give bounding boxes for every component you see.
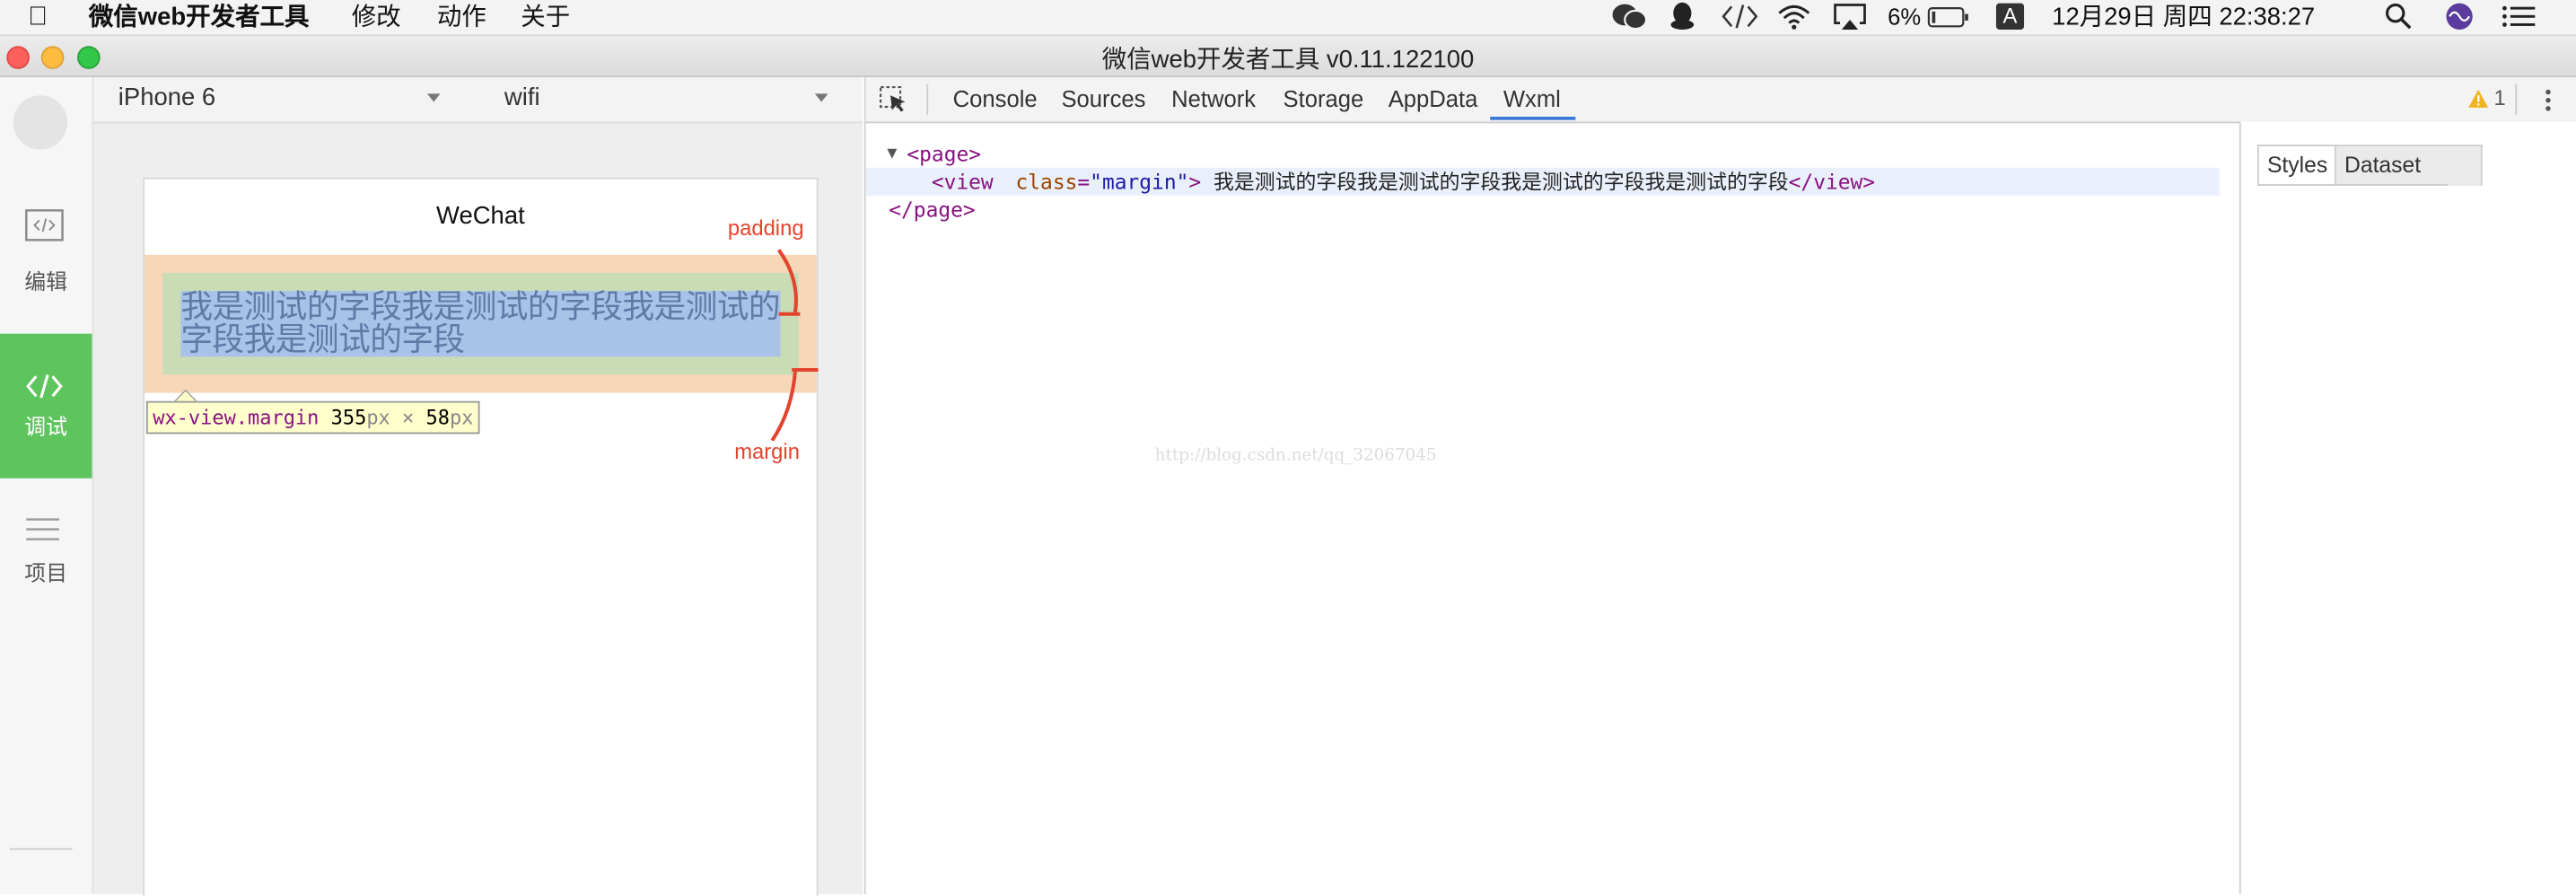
tab-sources[interactable]: Sources <box>1061 85 1145 111</box>
devtools-panel: Console Sources Network Storage AppData … <box>863 77 2576 895</box>
attr-value: "margin" <box>1090 169 1189 195</box>
code-icon <box>26 374 63 399</box>
tab-dataset[interactable]: Dataset <box>2334 145 2482 186</box>
input-method-indicator[interactable]: A <box>1995 3 2025 30</box>
side-tabs-divider <box>2256 184 2449 186</box>
menu-bar:  微信web开发者工具 修改 动作 关于 6% A 12月29日 周四 22:… <box>0 0 2576 37</box>
tab-storage[interactable]: Storage <box>1284 85 1364 111</box>
attr-name: class <box>1015 169 1078 195</box>
chevron-down-icon[interactable] <box>426 93 441 102</box>
sidebar-item-label: 项目 <box>24 560 68 585</box>
menu-about[interactable]: 关于 <box>521 2 570 33</box>
more-options-icon[interactable] <box>2543 87 2553 113</box>
code-icon[interactable] <box>1720 2 1759 40</box>
simulator-toolbar: iPhone 6 wifi <box>93 77 863 124</box>
tooltip-unit: px <box>366 406 390 429</box>
tab-network[interactable]: Network <box>1171 85 1256 111</box>
battery-percent: 6% <box>1888 3 1922 30</box>
airplay-icon[interactable] <box>1832 2 1868 40</box>
tree-row-page[interactable]: ▼ <page> <box>866 140 2220 168</box>
tooltip-selector: wx-view.margin <box>153 406 320 429</box>
inspect-tooltip: wx-view.margin 355px × 58px <box>145 400 480 435</box>
phone-screen: WeChat 我是测试的字段我是测试的字段我是测试的字段我是测试的字段 wx-v… <box>143 177 819 896</box>
battery-icon[interactable] <box>1927 2 1970 40</box>
page-close-tag: </page> <box>889 197 976 223</box>
tooltip-unit: px <box>449 406 474 429</box>
tooltip-width: 355 <box>330 406 367 429</box>
annotation-arrows <box>770 249 819 442</box>
tab-appdata[interactable]: AppData <box>1389 85 1478 111</box>
view-text-node: 我是测试的字段我是测试的字段我是测试的字段我是测试的字段 <box>1213 171 1789 195</box>
sidebar: 编辑 调试 项目 <box>0 77 94 895</box>
avatar[interactable] <box>13 95 68 150</box>
tooltip-times: × <box>402 406 415 429</box>
tooltip-height: 58 <box>425 406 450 429</box>
toolbar-divider <box>926 83 929 116</box>
content-highlight[interactable]: 我是测试的字段我是测试的字段我是测试的字段我是测试的字段 <box>180 289 781 359</box>
warning-icon[interactable] <box>2467 89 2489 109</box>
warning-count[interactable]: 1 <box>2494 85 2506 110</box>
menu-app-name[interactable]: 微信web开发者工具 <box>89 2 310 33</box>
margin-highlight: 我是测试的字段我是测试的字段我是测试的字段我是测试的字段 <box>145 254 817 393</box>
code-window-icon <box>25 209 64 242</box>
view-close-tag: </view> <box>1788 169 1876 195</box>
sidebar-item-edit[interactable]: 编辑 <box>0 189 92 334</box>
tab-styles[interactable]: Styles <box>2256 145 2338 186</box>
active-tab-indicator <box>1490 116 1576 120</box>
menu-list-icon[interactable] <box>2501 2 2537 40</box>
wechat-icon[interactable] <box>1612 2 1648 40</box>
view-tag-name: <view <box>931 169 994 195</box>
menu-clock[interactable]: 12月29日 周四 22:38:27 <box>2052 2 2315 33</box>
window-title-bar[interactable]: 微信web开发者工具 v0.11.122100 <box>0 36 2576 78</box>
apple-icon[interactable]:  <box>28 2 48 33</box>
inspect-element-icon[interactable] <box>879 85 908 113</box>
sidebar-item-debug[interactable]: 调试 <box>0 333 92 479</box>
window-title: 微信web开发者工具 v0.11.122100 <box>1101 46 1475 75</box>
list-icon <box>26 518 59 540</box>
tree-row-view[interactable]: <view class="margin"> 我是测试的字段我是测试的字段我是测试… <box>865 167 2220 196</box>
device-select[interactable]: iPhone 6 <box>118 83 215 111</box>
menu-action[interactable]: 动作 <box>437 2 486 33</box>
tab-console[interactable]: Console <box>953 85 1038 111</box>
sidebar-item-label: 调试 <box>24 414 68 439</box>
watermark: http://blog.csdn.net/qq_32067045 <box>1154 447 1437 466</box>
menu-edit[interactable]: 修改 <box>352 2 401 33</box>
nav-title: WeChat <box>436 202 525 231</box>
siri-icon[interactable] <box>2445 2 2475 40</box>
expand-triangle-icon[interactable]: ▼ <box>887 140 897 168</box>
chevron-down-icon[interactable] <box>814 93 828 102</box>
view-open-tag: <view class="margin"> 我是测试的字段我是测试的字段我是测试… <box>931 169 1876 195</box>
network-select[interactable]: wifi <box>504 83 540 111</box>
toolbar-divider <box>2515 83 2518 116</box>
devtools-tabbar: Console Sources Network Storage AppData … <box>865 77 2576 124</box>
search-icon[interactable] <box>2384 2 2414 40</box>
page-open-tag: <page> <box>907 141 982 166</box>
tooltip-pointer <box>175 391 196 401</box>
styles-pane: Styles Dataset <box>2239 121 2576 895</box>
qq-icon[interactable] <box>1669 2 1695 40</box>
view-content-text: 我是测试的字段我是测试的字段我是测试的字段我是测试的字段 <box>180 289 781 359</box>
padding-annotation: padding <box>727 215 804 241</box>
sidebar-item-project[interactable]: 项目 <box>0 480 92 625</box>
sidebar-divider <box>9 848 73 850</box>
wifi-icon[interactable] <box>1776 2 1812 40</box>
padding-highlight: 我是测试的字段我是测试的字段我是测试的字段我是测试的字段 <box>162 272 799 375</box>
margin-annotation: margin <box>734 438 800 464</box>
sidebar-item-label: 编辑 <box>24 269 68 294</box>
tab-wxml[interactable]: Wxml <box>1503 85 1561 111</box>
tree-row-page-close[interactable]: </page> <box>866 196 2220 224</box>
